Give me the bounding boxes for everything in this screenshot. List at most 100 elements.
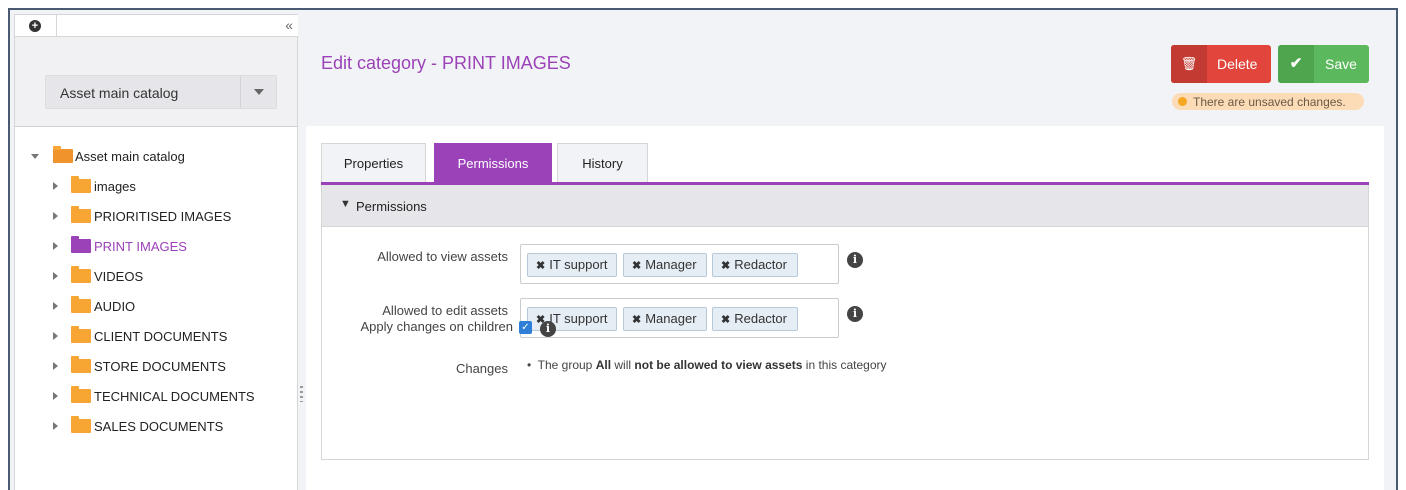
tree-item-client-documents[interactable]: CLIENT DOCUMENTS [15,323,299,353]
permissions-section-header[interactable]: ▼ Permissions [322,185,1368,227]
editor-header: Edit category - PRINT IMAGES 🗑 Delete ✔ … [306,22,1384,126]
folder-icon [71,326,91,343]
expand-toggle-icon[interactable] [51,211,61,221]
remove-tag-icon[interactable]: ✖ [632,260,641,272]
changes-label: Changes [455,361,508,376]
folder-icon [71,356,91,373]
tree-item-technical-documents[interactable]: TECHNICAL DOCUMENTS [15,383,299,413]
tree-item-label[interactable]: images [94,179,136,194]
expand-toggle-icon[interactable] [51,331,61,341]
drag-handle-icon[interactable] [300,386,303,402]
delete-button-label: Delete [1217,56,1258,72]
tag-label: Redactor [734,257,787,272]
permissions-panel: ▼ Permissions Allowed to view assets ✖ IT… [321,185,1369,460]
apply-children-checkbox[interactable]: ✓ [519,321,532,334]
tag-it-support[interactable]: ✖ IT support [527,253,617,277]
view-assets-input[interactable]: ✖ IT support ✖ Manager ✖ Redactor [520,244,839,284]
remove-tag-icon[interactable]: ✖ [721,314,730,326]
trash-icon: 🗑 [1171,45,1207,83]
tree-item-label[interactable]: AUDIO [94,299,135,314]
tree-item-label[interactable]: SALES DOCUMENTS [94,419,223,434]
sidebar-tabbar: + « [15,15,299,37]
changes-prefix: The group [537,358,593,372]
tree-item-images[interactable]: images [15,173,299,203]
chevron-down-icon[interactable]: ▼ [340,198,351,210]
changes-will: will [614,358,632,372]
folder-icon [71,176,91,193]
remove-tag-icon[interactable]: ✖ [632,314,641,326]
tree-item-label[interactable]: PRINT IMAGES [94,239,187,254]
folder-icon [71,296,91,313]
changes-list-item: • The group All will not be allowed to v… [527,358,887,372]
remove-tag-icon[interactable]: ✖ [721,260,730,272]
tag-label: Manager [645,257,697,272]
folder-icon [71,386,91,403]
catalog-select-value: Asset main catalog [60,85,179,101]
unsaved-changes-badge: There are unsaved changes. [1172,93,1364,110]
page-title: Edit category - PRINT IMAGES [321,53,571,73]
view-assets-label: Allowed to view assets [377,249,508,264]
tag-label: IT support [549,311,608,326]
changes-group: All [595,358,612,372]
add-tab[interactable]: + [15,15,57,37]
expand-toggle-icon[interactable] [51,361,61,371]
tag-redactor[interactable]: ✖ Redactor [712,253,798,277]
expand-toggle-icon[interactable] [51,391,61,401]
tab-properties[interactable]: Properties [321,143,426,182]
collapse-icon[interactable]: « [285,17,293,33]
check-icon: ✔ [1278,45,1314,83]
tab-permissions[interactable]: Permissions [434,143,552,182]
tree-item-audio[interactable]: AUDIO [15,293,299,323]
expand-toggle-icon[interactable] [51,301,61,311]
delete-button[interactable]: 🗑 Delete [1171,45,1271,83]
folder-icon [71,236,91,253]
tag-redactor[interactable]: ✖ Redactor [712,307,798,331]
remove-tag-icon[interactable]: ✖ [536,260,545,272]
tree-item-store-documents[interactable]: STORE DOCUMENTS [15,353,299,383]
tree-item-print-images[interactable]: PRINT IMAGES [15,233,299,263]
save-button[interactable]: ✔ Save [1278,45,1369,83]
tag-label: Manager [645,311,697,326]
info-icon[interactable]: i [540,321,556,337]
expand-toggle-icon[interactable] [51,421,61,431]
tree-root[interactable]: Asset main catalog [15,143,299,173]
tree-item-prioritised-images[interactable]: PRIORITISED IMAGES [15,203,299,233]
tag-label: IT support [549,257,608,272]
folder-icon [71,266,91,283]
expand-toggle-icon[interactable] [51,241,61,251]
folder-icon [71,416,91,433]
edit-assets-input[interactable]: ✖ IT support ✖ Manager ✖ Redactor [520,298,839,338]
category-tree: Asset main catalog images PRIORITISED IM… [15,143,299,443]
tree-root-label[interactable]: Asset main catalog [75,149,185,164]
unsaved-changes-text: There are unsaved changes. [1193,95,1346,109]
main-content: Edit category - PRINT IMAGES 🗑 Delete ✔ … [306,22,1384,490]
sidebar: + « Asset main catalog Asset main catalo… [14,14,299,490]
tree-item-label[interactable]: STORE DOCUMENTS [94,359,226,374]
tag-manager[interactable]: ✖ Manager [623,307,707,331]
panel-splitter[interactable] [298,14,306,490]
info-icon[interactable]: i [847,252,863,268]
plus-circle-icon[interactable]: + [29,20,41,32]
tree-item-label[interactable]: PRIORITISED IMAGES [94,209,231,224]
info-icon[interactable]: i [847,306,863,322]
tab-history[interactable]: History [557,143,648,182]
tag-manager[interactable]: ✖ Manager [623,253,707,277]
tree-item-videos[interactable]: VIDEOS [15,263,299,293]
warning-dot-icon [1178,97,1187,106]
edit-assets-label: Allowed to edit assets [382,303,508,318]
apply-children-label: Apply changes on children [360,319,514,334]
chevron-down-icon[interactable] [240,76,276,108]
collapse-toggle-icon[interactable] [31,151,41,161]
permissions-section-title: Permissions [356,199,427,214]
catalog-select[interactable]: Asset main catalog [45,75,277,109]
tree-item-sales-documents[interactable]: SALES DOCUMENTS [15,413,299,443]
tree-item-label[interactable]: CLIENT DOCUMENTS [94,329,227,344]
folder-icon [71,206,91,223]
tag-label: Redactor [734,311,787,326]
sidebar-header: + « Asset main catalog [15,15,299,127]
folder-open-icon [53,146,73,163]
tree-item-label[interactable]: TECHNICAL DOCUMENTS [94,389,255,404]
expand-toggle-icon[interactable] [51,271,61,281]
expand-toggle-icon[interactable] [51,181,61,191]
tree-item-label[interactable]: VIDEOS [94,269,143,284]
